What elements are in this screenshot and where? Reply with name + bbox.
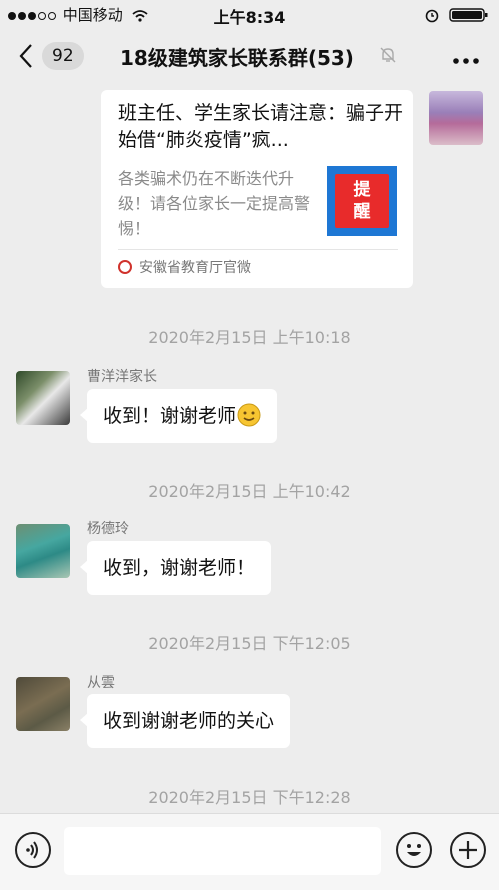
article-source: 安徽省教育厅官微 [139, 260, 251, 276]
timestamp: 2020年2月15日 上午10:42 [148, 482, 351, 501]
input-bar [0, 813, 499, 890]
plus-icon [459, 841, 477, 859]
sender-name: 曹洋洋家长 [87, 369, 157, 385]
message-bubble[interactable]: 收到，谢谢老师！ [79, 541, 272, 595]
battery-icon [449, 7, 488, 22]
more-button[interactable] [452, 50, 480, 69]
avatar[interactable] [16, 677, 70, 731]
chevron-left-icon [19, 44, 32, 68]
message-bubble[interactable]: 收到谢谢老师的关心 [79, 694, 291, 748]
message-bubble[interactable]: 收到！谢谢老师 [79, 389, 278, 443]
message-text: 收到！谢谢老师 [103, 405, 237, 427]
unread-count-badge[interactable]: 92 [42, 42, 84, 70]
article-thumbnail: 提醒 [327, 166, 397, 236]
article-card[interactable]: 班主任、学生家长请注意：骗子开始借“肺炎疫情”疯... 各类骗术仍在不断迭代升级… [101, 90, 413, 288]
emoji-button[interactable] [396, 832, 432, 868]
alarm-icon [425, 9, 439, 22]
status-right [424, 5, 489, 23]
back-button[interactable] [18, 42, 34, 74]
article-title: 班主任、学生家长请注意：骗子开始借“肺炎疫情”疯... [118, 102, 404, 151]
status-bar: 中国移动 上午8:34 [0, 0, 499, 28]
chat-header: 92 18级建筑家长联系群(53) [0, 28, 499, 86]
emoji-icon [407, 844, 421, 856]
more-icon [453, 58, 479, 64]
timestamp: 2020年2月15日 上午10:18 [148, 328, 351, 347]
timestamp: 2020年2月15日 下午12:28 [148, 788, 351, 807]
timestamp: 2020年2月15日 下午12:05 [148, 634, 351, 653]
message-input[interactable] [64, 827, 381, 875]
card-divider [118, 249, 398, 250]
avatar[interactable] [16, 371, 70, 425]
thumbnail-text: 提醒 [335, 174, 389, 228]
sender-name: 从雲 [87, 675, 115, 691]
article-description: 各类骗术仍在不断迭代升级！请各位家长一定提高警惕！ [118, 169, 311, 238]
avatar[interactable] [16, 524, 70, 578]
avatar[interactable] [429, 91, 483, 145]
plus-button[interactable] [450, 832, 486, 868]
sender-name: 杨德玲 [87, 521, 129, 537]
voice-icon [26, 841, 38, 859]
message-text: 收到谢谢老师的关心 [103, 710, 275, 732]
voice-button[interactable] [15, 832, 51, 868]
smile-emoji-icon [237, 403, 261, 427]
message-text: 收到，谢谢老师！ [103, 557, 256, 579]
chat-title: 18级建筑家长联系群(53) [120, 46, 354, 70]
source-logo-icon [118, 260, 132, 274]
bell-muted-icon [380, 47, 396, 63]
